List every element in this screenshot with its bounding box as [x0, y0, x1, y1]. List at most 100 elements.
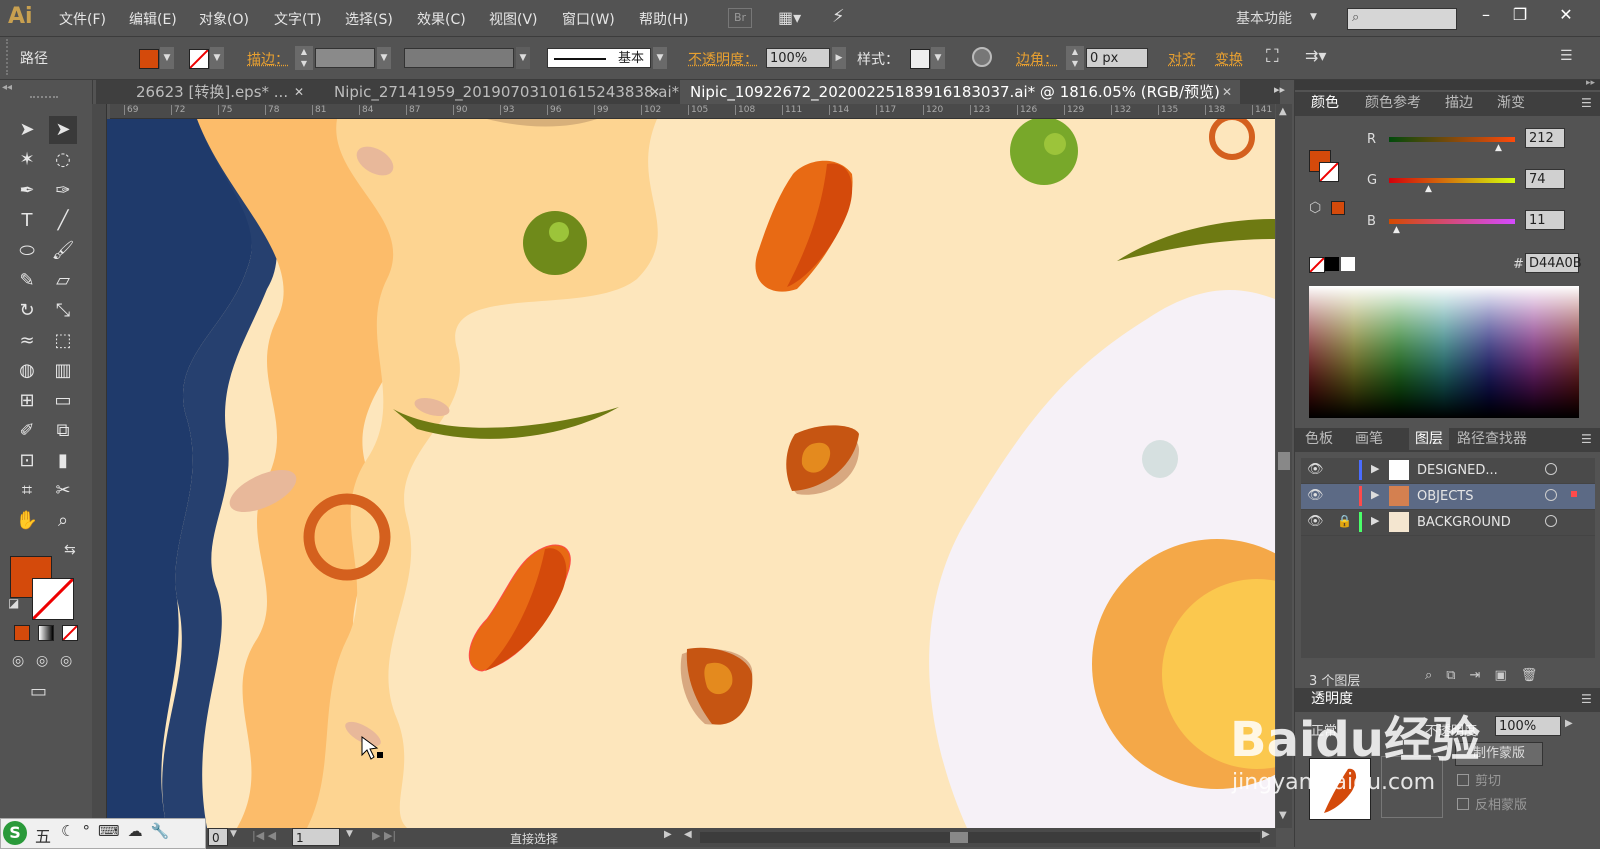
stroke-weight-stepper[interactable]: ▲ ▼: [295, 46, 313, 70]
layer-row-designed[interactable]: 👁 ▶ DESIGNED...: [1301, 458, 1595, 484]
tab-document-1[interactable]: 26623 [转换].eps* ... ✕: [126, 80, 312, 104]
tab-document-2[interactable]: Nipic_27141959_20190703101615243838.ai* ✕: [324, 80, 679, 104]
tab-stroke[interactable]: 描边: [1445, 92, 1473, 114]
expand-arrow-icon[interactable]: ▶: [1371, 488, 1379, 501]
zoom-field[interactable]: 0: [208, 828, 228, 846]
line-tool-icon[interactable]: ╱: [49, 207, 77, 235]
zoom-tool-icon[interactable]: ⌕: [49, 507, 77, 535]
draw-normal-icon[interactable]: ◎: [12, 653, 24, 669]
close-button[interactable]: ✕: [1552, 4, 1580, 26]
horizontal-ruler[interactable]: 69 72 75 78 81 84 87 90 93 96 99 102 105 108 111 114 117…: [110, 104, 1275, 119]
transform-link[interactable]: 变换: [1215, 49, 1243, 69]
opacity-label[interactable]: 不透明度：: [688, 49, 758, 69]
screen-mode-icon[interactable]: ▭: [30, 681, 47, 702]
transparency-opacity-field[interactable]: 100%: [1495, 716, 1561, 736]
expand-arrow-icon[interactable]: ▶: [1371, 462, 1379, 475]
sogou-logo-icon[interactable]: S: [3, 821, 27, 845]
direct-selection-tool-icon[interactable]: ➤: [49, 116, 77, 144]
corner-label[interactable]: 边角：: [1016, 49, 1058, 69]
r-slider-thumb[interactable]: ▲: [1495, 143, 1502, 153]
pencil-tool-icon[interactable]: ✎: [13, 267, 41, 295]
curvature-tool-icon[interactable]: ✑: [49, 177, 77, 205]
symbol-sprayer-tool-icon[interactable]: ⊡: [13, 447, 41, 475]
mesh-tool-icon[interactable]: ⊞: [13, 387, 41, 415]
panel-menu-icon[interactable]: ☰: [1560, 48, 1573, 64]
vertical-ruler[interactable]: [92, 104, 107, 822]
expand-dock-icon[interactable]: ▸▸: [1586, 78, 1595, 88]
isolate-selected-icon[interactable]: ⛶: [1266, 46, 1279, 67]
bridge-button[interactable]: Br: [728, 8, 752, 28]
black-color-chip[interactable]: [1325, 257, 1339, 271]
artboard-dropdown-icon[interactable]: ▼: [346, 829, 353, 839]
tab-color[interactable]: 颜色: [1311, 92, 1339, 114]
r-slider[interactable]: [1389, 137, 1515, 142]
layer-name[interactable]: BACKGROUND: [1417, 515, 1511, 530]
eye-icon[interactable]: 👁: [1307, 462, 1324, 477]
layer-name[interactable]: DESIGNED...: [1417, 463, 1498, 478]
hex-value-field[interactable]: D44A0B: [1525, 253, 1582, 273]
b-slider-thumb[interactable]: ▲: [1393, 225, 1400, 235]
invert-mask-checkbox[interactable]: [1457, 798, 1469, 810]
g-slider-thumb[interactable]: ▲: [1425, 184, 1432, 194]
lock-icon[interactable]: 🔒: [1337, 514, 1352, 528]
close-tab-icon[interactable]: ✕: [294, 80, 304, 104]
dock-header[interactable]: ▸▸: [1295, 78, 1600, 90]
menu-file[interactable]: 文件(F): [59, 9, 106, 29]
help-search-input[interactable]: ⌕: [1347, 8, 1457, 30]
graphic-style-dropdown[interactable]: ▼: [931, 47, 945, 69]
eye-icon[interactable]: 👁: [1307, 514, 1324, 529]
eraser-tool-icon[interactable]: ▱: [49, 267, 77, 295]
variable-width-profile[interactable]: [404, 48, 514, 68]
opacity-field[interactable]: 100%: [766, 48, 830, 68]
brush-dropdown[interactable]: ▼: [653, 47, 667, 69]
fill-dropdown[interactable]: ▼: [160, 47, 174, 69]
stroke-color-box[interactable]: [31, 577, 75, 621]
clip-checkbox[interactable]: [1457, 774, 1469, 786]
more-tabs-icon[interactable]: ▸▸: [1274, 83, 1285, 96]
gpu-performance-icon[interactable]: ⚡: [832, 6, 860, 30]
out-of-gamut-icon[interactable]: ⬡: [1309, 200, 1321, 216]
r-value-field[interactable]: 212: [1525, 128, 1565, 148]
menu-object[interactable]: 对象(O): [199, 9, 249, 29]
collapse-icon[interactable]: ◂◂: [2, 82, 12, 93]
target-icon[interactable]: [1545, 489, 1557, 501]
close-tab-icon[interactable]: ✕: [1222, 80, 1232, 104]
corner-stepper[interactable]: ▲ ▼: [1066, 46, 1084, 70]
scroll-thumb[interactable]: [950, 832, 968, 843]
g-value-field[interactable]: 74: [1525, 169, 1565, 189]
free-transform-tool-icon[interactable]: ⬚: [49, 327, 77, 355]
tab-brushes[interactable]: 画笔: [1355, 428, 1383, 450]
draw-behind-icon[interactable]: ◎: [36, 653, 48, 669]
stroke-weight-field[interactable]: [315, 48, 375, 68]
hand-tool-icon[interactable]: ✋: [13, 507, 41, 535]
ime-tools-icons[interactable]: ☾°⌨☁🔧: [61, 822, 177, 840]
distribute-icon[interactable]: ⇉▾: [1305, 46, 1326, 65]
panel-menu-icon[interactable]: ☰: [1581, 96, 1592, 110]
magic-wand-tool-icon[interactable]: ✶: [13, 146, 41, 174]
minimize-button[interactable]: –: [1472, 4, 1500, 26]
rotate-tool-icon[interactable]: ↻: [13, 297, 41, 325]
b-value-field[interactable]: 11: [1525, 210, 1565, 230]
restore-button[interactable]: ❐: [1506, 4, 1534, 26]
scroll-right-icon[interactable]: ▶: [1262, 829, 1270, 840]
paintbrush-tool-icon[interactable]: 🖌: [49, 237, 77, 265]
menu-edit[interactable]: 编辑(E): [129, 9, 177, 29]
target-icon[interactable]: [1545, 463, 1557, 475]
workspace-switcher[interactable]: 基本功能: [1236, 8, 1292, 28]
first-artboard-icon[interactable]: |◀ ◀: [252, 829, 276, 842]
slice-tool-icon[interactable]: ✂: [49, 477, 77, 505]
close-tab-icon[interactable]: ✕: [650, 80, 660, 104]
b-slider[interactable]: [1389, 219, 1515, 224]
none-mode-icon[interactable]: [62, 625, 78, 641]
g-slider[interactable]: [1389, 178, 1515, 183]
ellipse-tool-icon[interactable]: ⬭: [13, 237, 41, 265]
panel-menu-icon[interactable]: ☰: [1581, 692, 1592, 706]
stroke-label[interactable]: 描边：: [247, 49, 289, 69]
panel-stroke-swatch[interactable]: [1319, 162, 1339, 182]
grip-handle[interactable]: [6, 39, 11, 75]
perspective-grid-tool-icon[interactable]: ▥: [49, 357, 77, 385]
gradient-mode-icon[interactable]: [38, 625, 54, 641]
corner-radius-field[interactable]: 0 px: [1086, 48, 1148, 68]
default-colors-icon[interactable]: ◪: [8, 596, 19, 610]
draw-inside-icon[interactable]: ◎: [60, 653, 72, 669]
